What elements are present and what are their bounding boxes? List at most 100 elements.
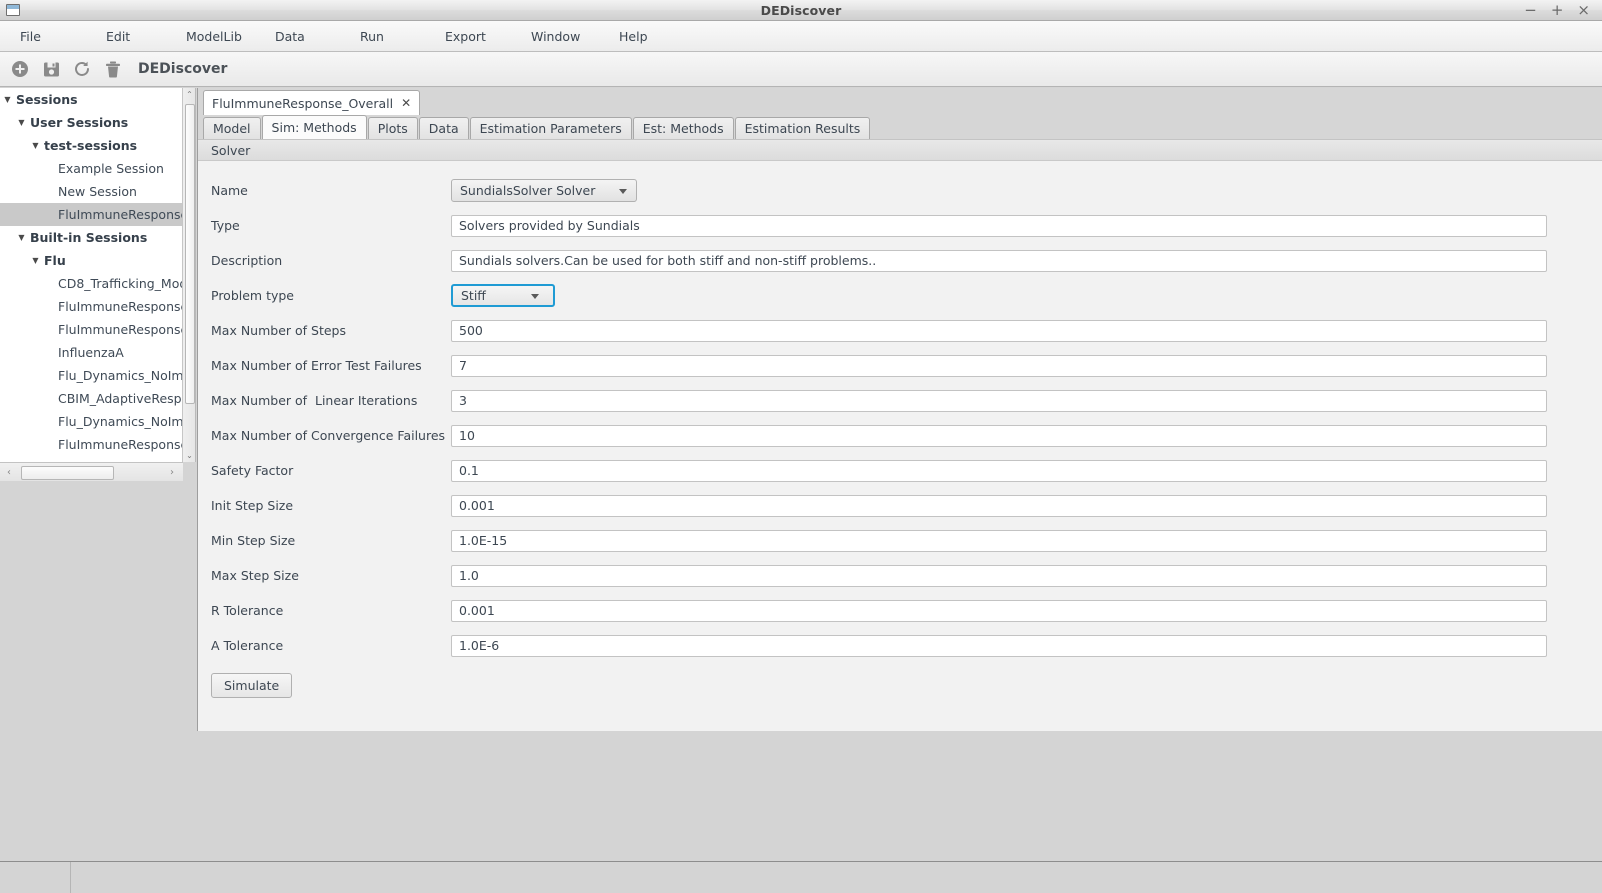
- input-type[interactable]: Solvers provided by Sundials: [451, 214, 1547, 237]
- tab-estimation-parameters[interactable]: Estimation Parameters: [469, 117, 632, 139]
- field-control: 0.001: [451, 599, 1547, 622]
- input-max-number-of-linear-iterations[interactable]: 3: [451, 389, 1547, 412]
- tree-item[interactable]: ▼ Sessions: [0, 88, 182, 111]
- tab-label: Model: [213, 121, 251, 136]
- dropdown-value: SundialsSolver Solver: [460, 183, 596, 198]
- dropdown-value: Stiff: [461, 288, 486, 303]
- tree-spacer: ·: [44, 371, 55, 380]
- scroll-down-icon[interactable]: ⌄: [183, 449, 196, 462]
- tree-item[interactable]: ▼ test-sessions: [0, 134, 182, 157]
- tab-plots[interactable]: Plots: [367, 117, 418, 139]
- chevron-down-icon[interactable]: [531, 293, 539, 299]
- tree-item[interactable]: ·FluImmuneResponse: [0, 433, 182, 456]
- tab-est-methods[interactable]: Est: Methods: [632, 117, 734, 139]
- tree-item-label: Built-in Sessions: [30, 230, 148, 245]
- window-controls: − + ×: [1524, 2, 1602, 18]
- menu-item-file[interactable]: File: [12, 21, 49, 52]
- tree-item[interactable]: ·FluImmuneResponse: [0, 295, 182, 318]
- form-row: Max Number of Error Test Failures 7: [198, 348, 1602, 383]
- menu-item-data[interactable]: Data: [267, 21, 313, 52]
- field-label: Min Step Size: [211, 533, 296, 548]
- field-label: Safety Factor: [211, 463, 294, 478]
- document-tab-close-icon[interactable]: ✕: [401, 96, 411, 110]
- refresh-icon[interactable]: [71, 58, 93, 80]
- chevron-down-icon[interactable]: ▼: [30, 141, 41, 150]
- session-tree[interactable]: ▼Sessions▼User Sessions▼test-sessions·Ex…: [0, 88, 182, 481]
- maximize-icon[interactable]: +: [1551, 2, 1564, 18]
- field-label: Max Number of Steps: [211, 323, 346, 338]
- chevron-down-icon[interactable]: ▼: [16, 233, 27, 242]
- tab-data[interactable]: Data: [418, 117, 469, 139]
- tree-spacer: ·: [44, 187, 55, 196]
- menu-item-help[interactable]: Help: [611, 21, 656, 52]
- input-init-step-size[interactable]: 0.001: [451, 494, 1547, 517]
- tree-item-label: Flu: [44, 253, 66, 268]
- tab-model[interactable]: Model: [203, 117, 261, 139]
- tree-item[interactable]: ·New Session: [0, 180, 182, 203]
- menu-item-edit[interactable]: Edit: [98, 21, 138, 52]
- field-control: Solvers provided by Sundials: [451, 214, 1547, 237]
- delete-icon[interactable]: [102, 58, 124, 80]
- simulate-button[interactable]: Simulate: [211, 673, 293, 698]
- tree-spacer: ·: [44, 164, 55, 173]
- tree-item[interactable]: ·Flu_Dynamics_NoImr: [0, 364, 182, 387]
- tab-sim-methods[interactable]: Sim: Methods: [261, 115, 367, 139]
- menu-item-export[interactable]: Export: [437, 21, 494, 52]
- menu-item-modellib[interactable]: ModelLib: [178, 21, 250, 52]
- scroll-up-icon[interactable]: ⌃: [183, 88, 196, 101]
- field-control: SundialsSolver Solver: [451, 179, 637, 202]
- input-min-step-size[interactable]: 1.0E-15: [451, 529, 1547, 552]
- input-max-step-size[interactable]: 1.0: [451, 564, 1547, 587]
- minimize-icon[interactable]: −: [1524, 2, 1537, 18]
- tree-item[interactable]: ·CD8_Trafficking_Mod: [0, 272, 182, 295]
- tree-item[interactable]: ·CBIM_AdaptiveRespo: [0, 387, 182, 410]
- tree-item[interactable]: ▼ Flu: [0, 249, 182, 272]
- input-safety-factor[interactable]: 0.1: [451, 459, 1547, 482]
- input-description[interactable]: Sundials solvers.Can be used for both st…: [451, 249, 1547, 272]
- tree-item[interactable]: ·Flu_Dynamics_NoImr: [0, 410, 182, 433]
- field-control: 0.1: [451, 459, 1547, 482]
- tab-estimation-results[interactable]: Estimation Results: [734, 117, 871, 139]
- form-row: Problem type Stiff: [198, 278, 1602, 313]
- tree-item-label: User Sessions: [30, 115, 129, 130]
- tree-item[interactable]: ·Example Session: [0, 157, 182, 180]
- save-icon[interactable]: [40, 58, 62, 80]
- sidebar-horizontal-scrollbar[interactable]: ‹ ›: [0, 462, 183, 481]
- close-icon[interactable]: ×: [1577, 2, 1590, 18]
- tree-item-label: Sessions: [16, 92, 78, 107]
- input-max-number-of-steps[interactable]: 500: [451, 319, 1547, 342]
- tree-item-label: New Session: [58, 184, 137, 199]
- tree-item[interactable]: ·FluImmuneResponse_O: [0, 203, 182, 226]
- group-header-label: Solver: [211, 142, 251, 158]
- menu-item-window[interactable]: Window: [523, 21, 588, 52]
- tree-item[interactable]: ▼ Built-in Sessions: [0, 226, 182, 249]
- dropdown-name[interactable]: SundialsSolver Solver: [451, 179, 637, 202]
- chevron-down-icon[interactable]: ▼: [2, 95, 13, 104]
- dropdown-problem-type[interactable]: Stiff: [451, 284, 555, 307]
- chevron-down-icon[interactable]: [619, 188, 627, 194]
- field-label: Max Number of Error Test Failures: [211, 358, 422, 373]
- tree-item[interactable]: ·InfluenzaA: [0, 341, 182, 364]
- tree-item[interactable]: ·FluImmuneResponse: [0, 318, 182, 341]
- chevron-down-icon[interactable]: ▼: [30, 256, 41, 265]
- scroll-right-icon[interactable]: ›: [165, 465, 179, 480]
- tab-label: Data: [428, 121, 459, 136]
- add-icon[interactable]: [9, 58, 31, 80]
- sidebar-hscroll-thumb[interactable]: [21, 466, 114, 480]
- form-row: Max Step Size 1.0: [198, 558, 1602, 593]
- sidebar-vertical-scrollbar[interactable]: ⌃ ⌄: [182, 88, 196, 462]
- sidebar-vscroll-thumb[interactable]: [185, 104, 195, 404]
- field-label: Description: [211, 253, 283, 268]
- sidebar-empty-area: [0, 481, 197, 861]
- field-label: Type: [211, 218, 240, 233]
- scroll-left-icon[interactable]: ‹: [2, 465, 16, 480]
- input-r-tolerance[interactable]: 0.001: [451, 599, 1547, 622]
- chevron-down-icon[interactable]: ▼: [16, 118, 27, 127]
- field-label: Init Step Size: [211, 498, 294, 513]
- tree-item[interactable]: ▼ User Sessions: [0, 111, 182, 134]
- menu-item-run[interactable]: Run: [352, 21, 392, 52]
- input-a-tolerance[interactable]: 1.0E-6: [451, 634, 1547, 657]
- document-tab[interactable]: FluImmuneResponse_Overall ✕: [203, 90, 421, 115]
- input-max-number-of-error-test-failures[interactable]: 7: [451, 354, 1547, 377]
- input-max-number-of-convergence-failures[interactable]: 10: [451, 424, 1547, 447]
